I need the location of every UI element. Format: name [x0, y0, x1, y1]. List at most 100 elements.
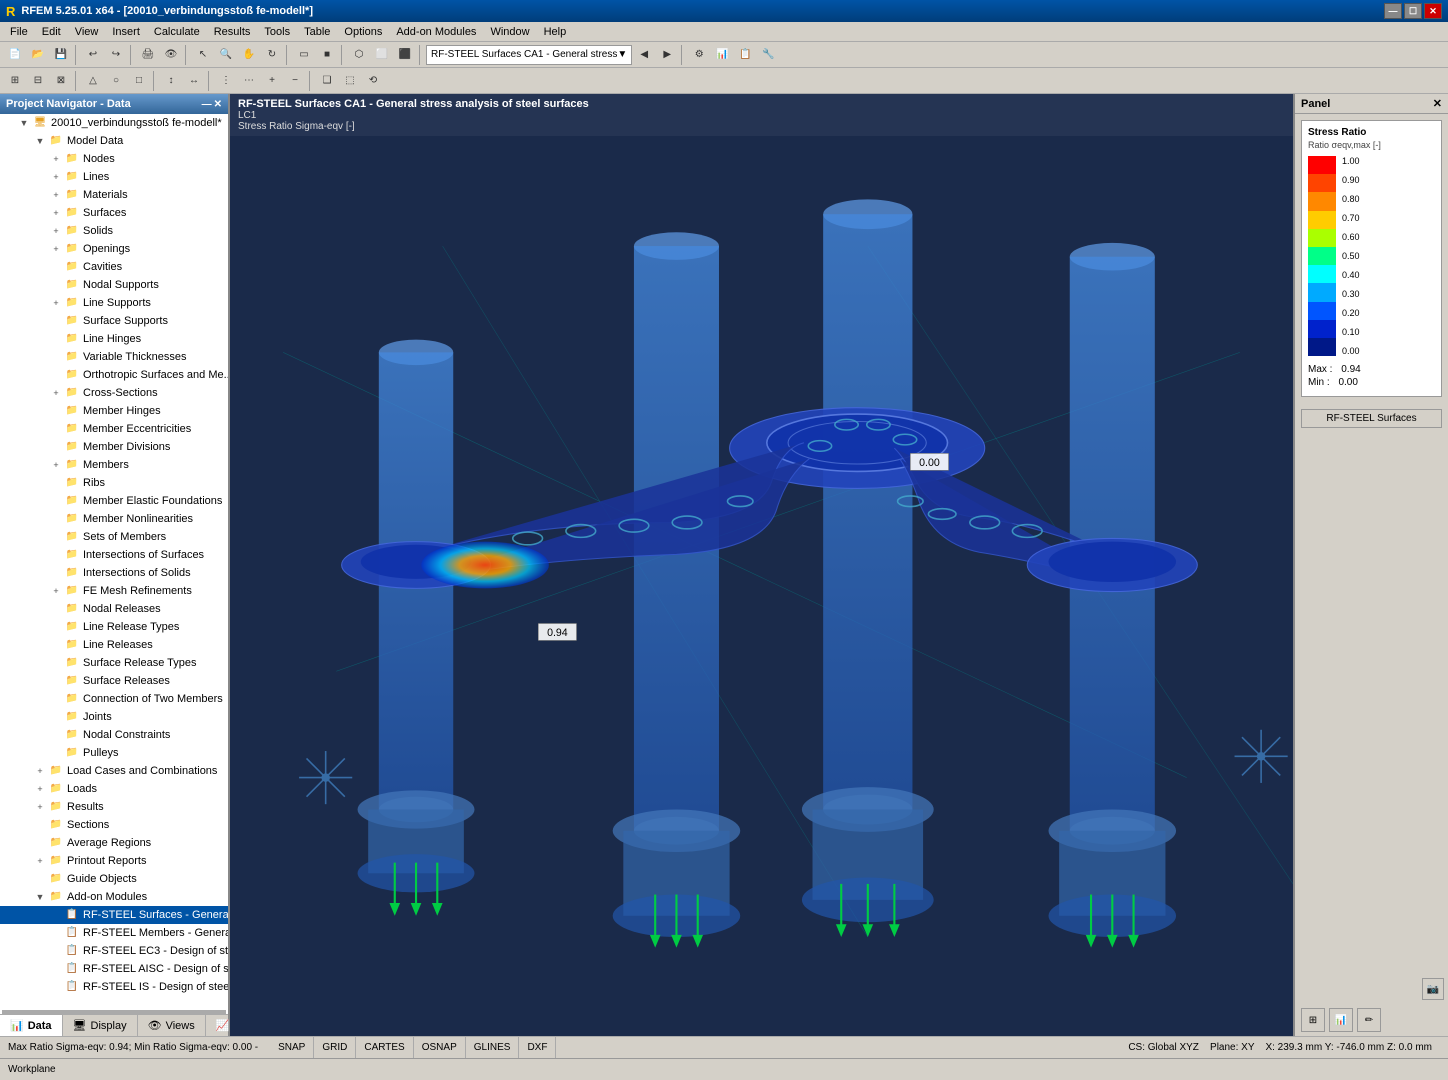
tb2-btn8[interactable]: ↔ — [183, 70, 205, 92]
tree-results[interactable]: + 📁 Results — [0, 798, 228, 816]
tree-crosssections[interactable]: + 📁 Cross-Sections — [0, 384, 228, 402]
tree-intersurfaces[interactable]: 📁 Intersections of Surfaces — [0, 546, 228, 564]
select-btn[interactable]: ↖ — [192, 44, 214, 66]
tree-linereleases[interactable]: 📁 Line Releases — [0, 636, 228, 654]
tree-surfacereleasetypes[interactable]: 📁 Surface Release Types — [0, 654, 228, 672]
tb2-btn3[interactable]: ⊠ — [50, 70, 72, 92]
tree-sections[interactable]: 📁 Sections — [0, 816, 228, 834]
tree-nodalsupports[interactable]: 📁 Nodal Supports — [0, 276, 228, 294]
tree-cavities[interactable]: 📁 Cavities — [0, 258, 228, 276]
tree-rfsteel-members[interactable]: 📋 RF-STEEL Members - General... — [0, 924, 228, 942]
tree-modeldata[interactable]: ▼ 📁 Model Data — [0, 132, 228, 150]
tree-femeshrefinements[interactable]: + 📁 FE Mesh Refinements — [0, 582, 228, 600]
rfsteel-button[interactable]: RF-STEEL Surfaces — [1301, 409, 1442, 428]
tree-rfsteel-aisc[interactable]: 📋 RF-STEEL AISC - Design of ste... — [0, 960, 228, 978]
tb2-btn4[interactable]: △ — [82, 70, 104, 92]
menu-results[interactable]: Results — [208, 24, 257, 40]
menu-options[interactable]: Options — [338, 24, 388, 40]
tree-printout[interactable]: + 📁 Printout Reports — [0, 852, 228, 870]
tree-intersolids[interactable]: 📁 Intersections of Solids — [0, 564, 228, 582]
tree-surfacesupports[interactable]: 📁 Surface Supports — [0, 312, 228, 330]
tree-addon[interactable]: ▼ 📁 Add-on Modules — [0, 888, 228, 906]
viewport[interactable]: RF-STEEL Surfaces CA1 - General stress a… — [230, 94, 1293, 1036]
tree-rfsteel-ec3[interactable]: 📋 RF-STEEL EC3 - Design of stee... — [0, 942, 228, 960]
minimize-button[interactable]: — — [1384, 3, 1402, 19]
tree-nodes[interactable]: + 📁 Nodes — [0, 150, 228, 168]
tb2-btn5[interactable]: ○ — [105, 70, 127, 92]
tree-nodalreleases[interactable]: 📁 Nodal Releases — [0, 600, 228, 618]
tb2-btn12[interactable]: − — [284, 70, 306, 92]
tb-btn-3[interactable]: 📋 — [734, 44, 756, 66]
tree-loads[interactable]: + 📁 Loads — [0, 780, 228, 798]
tree-rfsteel-is[interactable]: 📋 RF-STEEL IS - Design of steel r... — [0, 978, 228, 996]
tree-nodalconstraints[interactable]: 📁 Nodal Constraints — [0, 726, 228, 744]
panel-minimize[interactable]: — — [202, 99, 212, 110]
tree-varthick[interactable]: 📁 Variable Thicknesses — [0, 348, 228, 366]
menu-table[interactable]: Table — [298, 24, 336, 40]
front-btn[interactable]: ⬜ — [371, 44, 393, 66]
menu-tools[interactable]: Tools — [258, 24, 296, 40]
tree-connectiontwomembers[interactable]: 📁 Connection of Two Members — [0, 690, 228, 708]
undo-btn[interactable]: ↩ — [82, 44, 104, 66]
panel-controls[interactable]: — ✕ — [202, 99, 222, 110]
grid-icon-btn[interactable]: ⊞ — [1301, 1008, 1325, 1032]
glines-toggle[interactable]: GLINES — [466, 1037, 520, 1058]
tab-views[interactable]: 👁 Views — [138, 1015, 206, 1036]
save-btn[interactable]: 💾 — [50, 44, 72, 66]
prev-btn[interactable]: ◀ — [633, 44, 655, 66]
dxf-toggle[interactable]: DXF — [519, 1037, 556, 1058]
tb2-btn7[interactable]: ↕ — [160, 70, 182, 92]
open-btn[interactable]: 📂 — [27, 44, 49, 66]
new-btn[interactable]: 📄 — [4, 44, 26, 66]
tab-display[interactable]: 🖥 Display — [63, 1015, 138, 1036]
tree-joints[interactable]: 📁 Joints — [0, 708, 228, 726]
tb2-btn10[interactable]: ⋯ — [238, 70, 260, 92]
print-btn[interactable]: 🖨 — [137, 44, 159, 66]
menu-view[interactable]: View — [69, 24, 105, 40]
view-btn[interactable]: 👁 — [160, 44, 182, 66]
tb-btn-1[interactable]: ⚙ — [688, 44, 710, 66]
tree-materials[interactable]: + 📁 Materials — [0, 186, 228, 204]
zoom-btn[interactable]: 🔍 — [215, 44, 237, 66]
tree-setsmembers[interactable]: 📁 Sets of Members — [0, 528, 228, 546]
isometric-btn[interactable]: ⬡ — [348, 44, 370, 66]
tree-memberdivisions[interactable]: 📁 Member Divisions — [0, 438, 228, 456]
settings-icon-btn[interactable]: ✏ — [1357, 1008, 1381, 1032]
module-dropdown[interactable]: RF-STEEL Surfaces CA1 - General stress ▼ — [426, 45, 632, 65]
menu-addon[interactable]: Add-on Modules — [390, 24, 482, 40]
tree-memberelas[interactable]: 📁 Member Elastic Foundations — [0, 492, 228, 510]
tree-lines[interactable]: + 📁 Lines — [0, 168, 228, 186]
tab-data[interactable]: 📊 Data — [0, 1015, 63, 1036]
tb2-btn13[interactable]: ❑ — [316, 70, 338, 92]
tb2-btn6[interactable]: □ — [128, 70, 150, 92]
tree-loadcases[interactable]: + 📁 Load Cases and Combinations — [0, 762, 228, 780]
grid-toggle[interactable]: GRID — [314, 1037, 356, 1058]
menu-file[interactable]: File — [4, 24, 34, 40]
tree-linereleasetypes[interactable]: 📁 Line Release Types — [0, 618, 228, 636]
menu-help[interactable]: Help — [538, 24, 573, 40]
tb2-btn9[interactable]: ⋮ — [215, 70, 237, 92]
tree-solids[interactable]: + 📁 Solids — [0, 222, 228, 240]
tree-pulleys[interactable]: 📁 Pulleys — [0, 744, 228, 762]
tree-rfsteel-surfaces[interactable]: 📋 RF-STEEL Surfaces - Genera... — [0, 906, 228, 924]
tree-surfaces[interactable]: + 📁 Surfaces — [0, 204, 228, 222]
pan-btn[interactable]: ✋ — [238, 44, 260, 66]
top-btn[interactable]: ⬛ — [394, 44, 416, 66]
screenshot-icon[interactable]: 📷 — [1422, 978, 1444, 1000]
tree-ribs[interactable]: 📁 Ribs — [0, 474, 228, 492]
tree-openings[interactable]: + 📁 Openings — [0, 240, 228, 258]
tree-surfacereleases[interactable]: 📁 Surface Releases — [0, 672, 228, 690]
tb-btn-4[interactable]: 🔧 — [757, 44, 779, 66]
snap-toggle[interactable]: SNAP — [270, 1037, 314, 1058]
menu-insert[interactable]: Insert — [106, 24, 146, 40]
cartes-toggle[interactable]: CARTES — [356, 1037, 413, 1058]
osnap-toggle[interactable]: OSNAP — [414, 1037, 466, 1058]
tree-memberhinges[interactable]: 📁 Member Hinges — [0, 402, 228, 420]
menu-edit[interactable]: Edit — [36, 24, 67, 40]
tb-btn-2[interactable]: 📊 — [711, 44, 733, 66]
redo-btn[interactable]: ↪ — [105, 44, 127, 66]
tb2-btn15[interactable]: ⟲ — [362, 70, 384, 92]
menu-calculate[interactable]: Calculate — [148, 24, 206, 40]
tree-linesupports[interactable]: + 📁 Line Supports — [0, 294, 228, 312]
menu-window[interactable]: Window — [484, 24, 535, 40]
